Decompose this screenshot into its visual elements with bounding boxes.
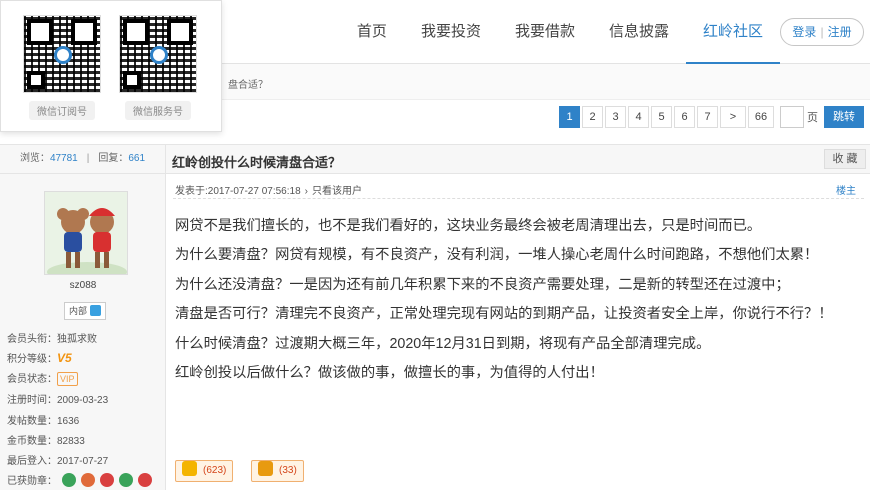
arrow-icon: ›: [304, 186, 308, 197]
jump-button[interactable]: 跳转: [824, 106, 864, 128]
thread-header: 浏览：47781 | 回复：661 红岭创投什么时候清盘合适？ 收 藏: [0, 144, 870, 174]
floor-label: 楼主: [836, 186, 856, 197]
post-paragraph: 网贷不是我们擅长的，也不是我们看好的，这块业务最终会被老周清理出去，只是时间而已…: [175, 218, 762, 234]
page-3[interactable]: 3: [605, 106, 626, 128]
info-title: 会员头衔：独孤求败: [7, 334, 97, 345]
info-last-login: 最后登入：2017-07-27: [7, 456, 109, 467]
info-medals: 已获勋章：: [7, 472, 152, 487]
wechat-qr-popup: 微信订阅号 微信服务号: [0, 0, 222, 132]
forum-page: 首页 我要投资 我要借款 信息披露 红岭社区 登录 | 注册 盘合适？ 微信订阅号 …: [0, 0, 870, 490]
posted-label: 发表于:: [175, 186, 208, 197]
post-paragraph: 什么时候清盘？过渡期大概三年，2020年12月31日到期，将现有产品全部清理完成…: [175, 335, 711, 352]
nav-community[interactable]: 红岭社区: [685, 0, 780, 64]
like-button[interactable]: (623): [175, 460, 234, 482]
thumbs-down-icon: [258, 461, 273, 476]
page-unit-label: 页: [807, 112, 818, 124]
info-status: 会员状态： VIP: [7, 370, 78, 386]
info-level: 积分等级：V5: [7, 351, 72, 365]
only-author-link[interactable]: 只看该用户: [312, 186, 362, 197]
qr-code-icon: [23, 15, 101, 93]
like-count: (623): [203, 465, 227, 476]
nav-invest[interactable]: 我要投资: [404, 0, 498, 64]
page-5[interactable]: 5: [651, 106, 672, 128]
nav-home[interactable]: 首页: [340, 0, 404, 64]
role-badge: 内部: [64, 302, 107, 320]
level-badge-icon: V5: [57, 351, 72, 365]
info-register: 注册时间：2009-03-23: [7, 395, 109, 406]
vip-badge-icon: VIP: [57, 372, 78, 386]
main-nav: 首页 我要投资 我要借款 信息披露 红岭社区: [340, 0, 780, 64]
post-content: 网贷不是我们擅长的，也不是我们看好的，这块业务最终会被老周清理出去，只是时间而已…: [175, 212, 865, 388]
qr-subscription-label: 微信订阅号: [29, 101, 95, 120]
replies-count: 661: [128, 153, 146, 164]
post-paragraph: 清盘是否可行？清理完不良资产，正常处理完现有网站的到期产品，让投资者安全上岸，你…: [175, 306, 833, 323]
nav-disclosure[interactable]: 信息披露: [592, 0, 686, 64]
qr-service: 微信服务号: [113, 11, 203, 121]
medal-icon: [119, 473, 133, 487]
qr-subscription: 微信订阅号: [17, 11, 107, 121]
breadcrumb-current[interactable]: 盘合适？: [228, 76, 268, 91]
page-2[interactable]: 2: [582, 106, 603, 128]
medal-icon: [100, 473, 114, 487]
page-7[interactable]: 7: [697, 106, 718, 128]
post-paragraph: 红岭创投以后做什么？做该做的事，做擅长的事，为值得的人付出！: [175, 365, 604, 382]
next-page-button[interactable]: >: [720, 106, 746, 128]
qr-service-label: 微信服务号: [125, 101, 191, 120]
login-link[interactable]: 登录: [792, 25, 816, 39]
qr-code-icon: [119, 15, 197, 93]
views-count: 47781: [49, 153, 78, 164]
page-6[interactable]: 6: [674, 106, 695, 128]
page-1[interactable]: 1: [559, 106, 580, 128]
post-paragraph: 为什么要清盘？网贷有规模，有不良资产，没有利润，一堆人操心老周什么时间跑路，不想…: [175, 247, 819, 264]
author-panel: sz088 内部 会员头衔：独孤求败 积分等级：V5 会员状态： VIP 注册时间…: [0, 174, 166, 490]
role-label: 内部: [69, 306, 88, 316]
staff-icon: [90, 305, 102, 316]
auth-pill: 登录 | 注册: [780, 18, 864, 46]
auth-divider: |: [820, 25, 824, 39]
last-page-button[interactable]: 66: [748, 106, 774, 128]
medal-icon: [62, 473, 76, 487]
thumbs-up-icon: [182, 461, 197, 476]
author-name[interactable]: sz088: [0, 280, 166, 291]
info-coins: 金币数量：82833: [7, 436, 85, 447]
medal-icon: [81, 473, 95, 487]
avatar-image: [45, 192, 127, 274]
views-label: 浏览：: [19, 153, 50, 164]
favorite-button[interactable]: 收 藏: [824, 149, 866, 169]
meta-divider: [173, 198, 864, 199]
replies-label: 回复：: [98, 153, 129, 164]
pagination: 1 2 3 4 5 6 7 > 66 页 跳转: [557, 106, 864, 128]
nav-borrow[interactable]: 我要借款: [498, 0, 592, 64]
avatar[interactable]: [44, 191, 128, 275]
thread-title: 红岭创投什么时候清盘合适？: [172, 155, 342, 170]
post-body: 发表于:2017-07-27 07:56:18 › 只看该用户 楼主 网贷不是我们擅…: [167, 174, 870, 490]
dislike-button[interactable]: (33): [251, 460, 304, 482]
page-number-input[interactable]: [780, 106, 804, 128]
dislike-count: (33): [279, 465, 297, 476]
post-paragraph: 为什么还没清盘？一是因为还有前几年积累下来的不良资产需要处理，二是新的转型还在过…: [175, 276, 790, 293]
register-link[interactable]: 注册: [828, 25, 852, 39]
info-posts: 发帖数量：1636: [7, 416, 80, 427]
stats-divider: |: [86, 153, 90, 164]
thread-stats: 浏览：47781 | 回复：661: [0, 145, 166, 173]
page-4[interactable]: 4: [628, 106, 649, 128]
post-meta: 发表于:2017-07-27 07:56:18 › 只看该用户: [175, 182, 362, 197]
posted-time: 2017-07-27 07:56:18: [207, 186, 301, 197]
medal-icon: [138, 473, 152, 487]
